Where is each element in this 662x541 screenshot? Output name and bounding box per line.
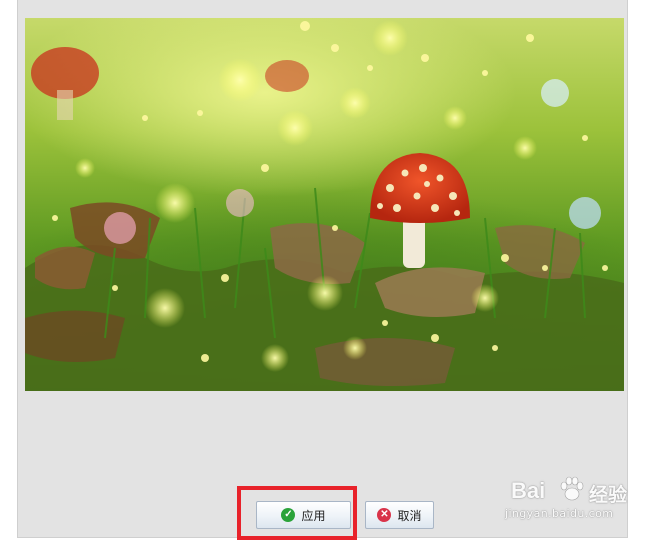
apply-button-label: 应用 xyxy=(301,508,326,523)
baidu-watermark: Bai 经验 jingyan.baidu.com xyxy=(505,476,655,526)
watermark-logo-text: Bai xyxy=(511,478,546,503)
cancel-button-label: 取消 xyxy=(397,508,422,523)
watermark-brand-suffix: 经验 xyxy=(589,484,628,506)
preview-image-art xyxy=(25,20,624,391)
close-circle-icon: ✕ xyxy=(377,508,392,522)
paw-icon xyxy=(560,476,584,501)
cancel-button[interactable]: ✕ 取消 xyxy=(365,501,434,529)
watermark-url: jingyan.baidu.com xyxy=(505,507,614,520)
apply-button[interactable]: ✓ 应用 xyxy=(256,501,351,529)
check-circle-icon: ✓ xyxy=(281,508,296,522)
preview-image xyxy=(25,18,624,391)
